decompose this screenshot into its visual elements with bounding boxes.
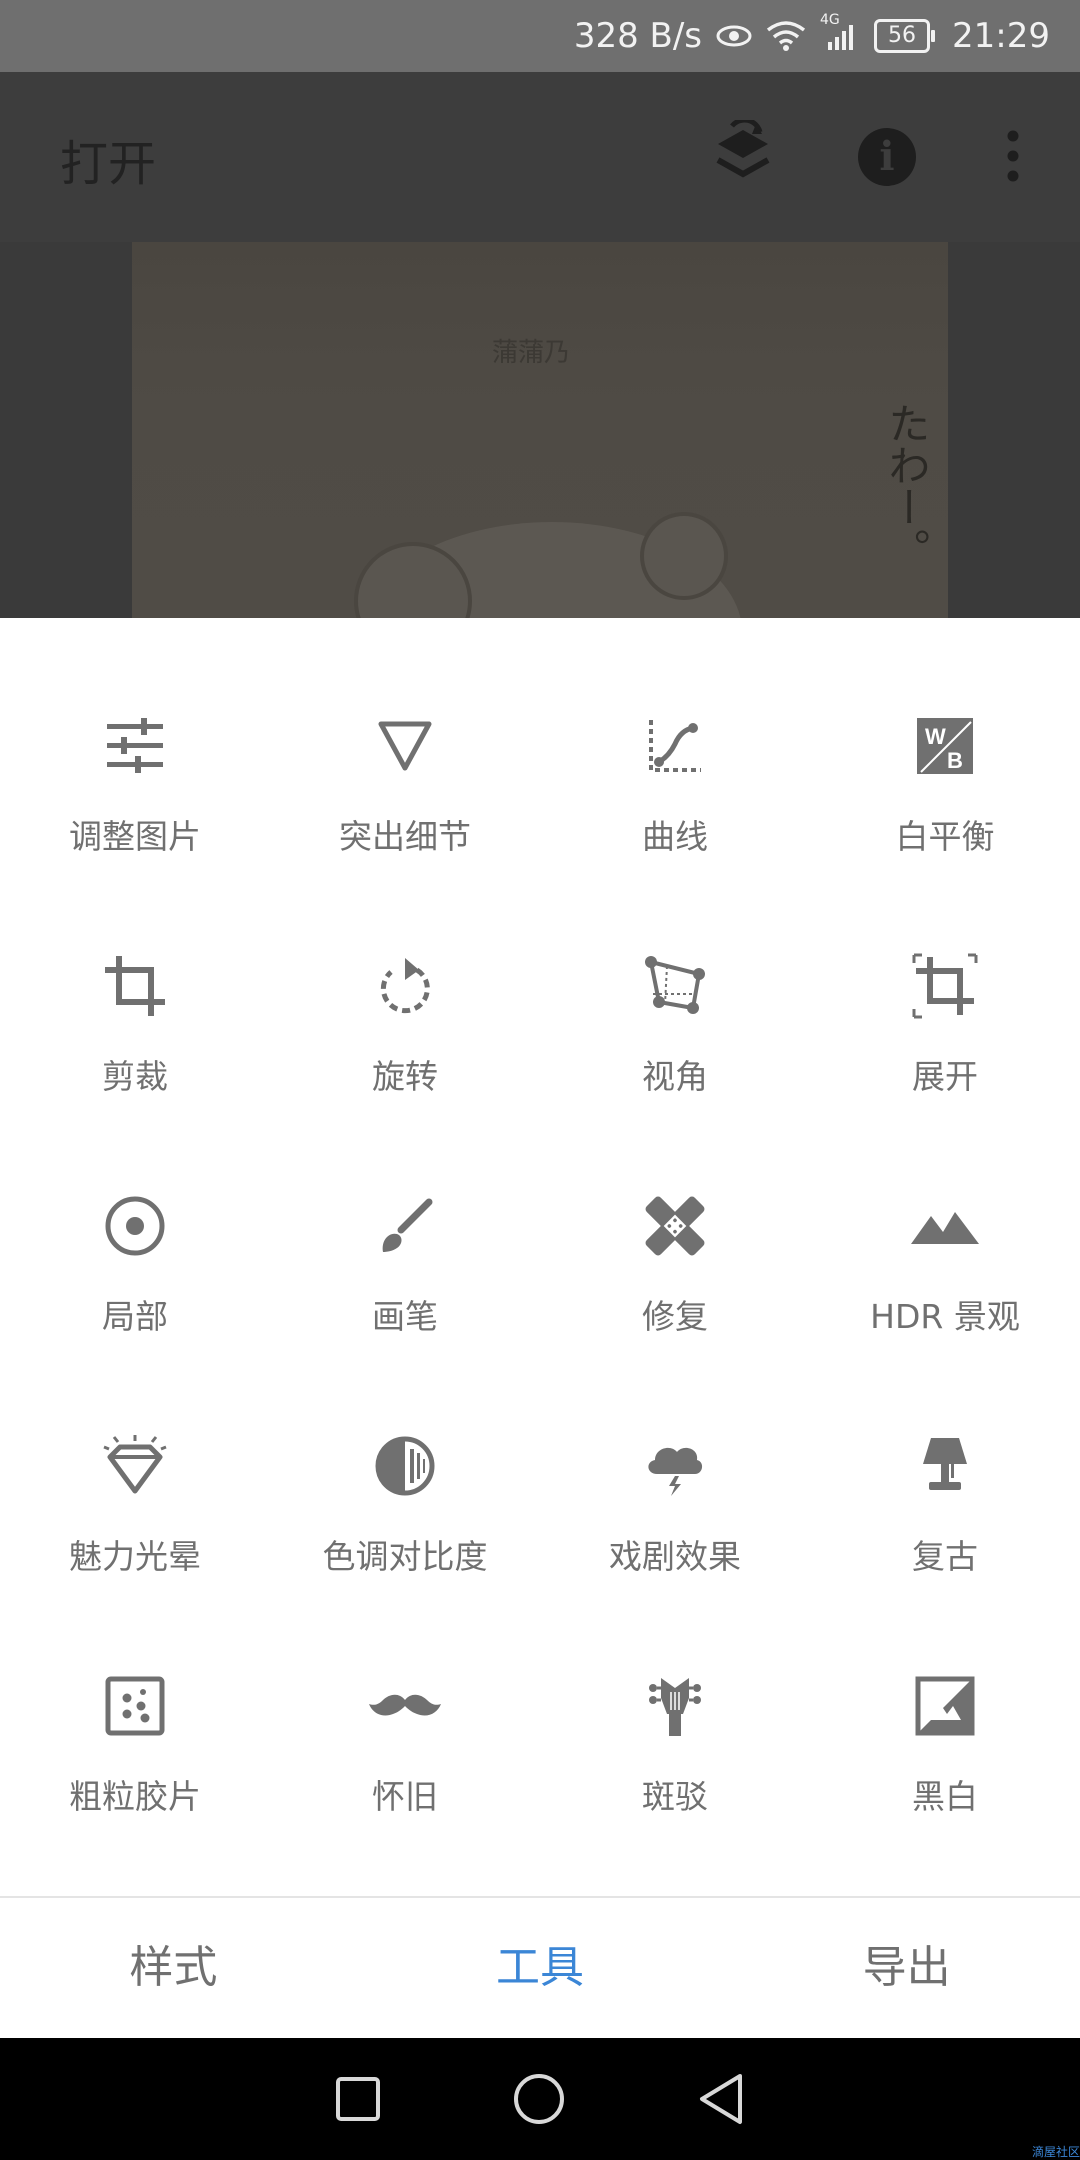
tool-rotate[interactable]: 旋转: [270, 938, 540, 1178]
grainy-film-icon: [99, 1670, 171, 1742]
svg-text:B: B: [947, 748, 963, 773]
perspective-icon: [639, 950, 711, 1022]
wifi-icon: [766, 20, 806, 52]
status-bar: 328 B/s 4G 56 21:29: [0, 0, 1080, 72]
tab-tools[interactable]: 工具: [367, 1898, 714, 2038]
watermark: 滴屋社区: [1031, 2145, 1080, 2159]
tool-label: HDR 景观: [870, 1297, 1020, 1336]
tool-glamour[interactable]: 魅力光晕: [0, 1418, 270, 1658]
cell-signal-icon: 4G: [820, 12, 860, 52]
tool-grainy-film[interactable]: 粗粒胶片: [0, 1658, 270, 1898]
tonal-contrast-icon: [369, 1430, 441, 1502]
tools-sheet: 调整图片 突出细节 曲线 WB 白平衡 剪裁 旋转 视角 展开 局部 画笔 修复…: [0, 618, 1080, 1896]
info-icon[interactable]: i: [858, 128, 916, 186]
tool-vintage[interactable]: 复古: [810, 1418, 1080, 1658]
tool-label: 白平衡: [895, 817, 995, 856]
edited-photo: 蒲蒲乃 たわー。: [132, 242, 948, 618]
open-button[interactable]: 打开: [60, 124, 156, 194]
tool-label: 色调对比度: [322, 1537, 488, 1576]
tool-label: 戏剧效果: [609, 1537, 741, 1576]
grunge-guitar-icon: [639, 1670, 711, 1742]
mouse-ear: [640, 512, 728, 600]
curves-icon: [639, 710, 711, 782]
tool-label: 粗粒胶片: [69, 1777, 201, 1816]
glamour-diamond-icon: [99, 1430, 171, 1502]
tool-label: 黑白: [912, 1777, 978, 1816]
back-icon[interactable]: [696, 2072, 746, 2126]
battery-icon: 56: [874, 19, 936, 53]
tools-grid: 调整图片 突出细节 曲线 WB 白平衡 剪裁 旋转 视角 展开 局部 画笔 修复…: [0, 698, 1080, 1898]
tool-crop[interactable]: 剪裁: [0, 938, 270, 1178]
healing-bandage-icon: [639, 1190, 711, 1262]
drama-cloud-icon: [639, 1430, 711, 1502]
tool-selective[interactable]: 局部: [0, 1178, 270, 1418]
tool-brush[interactable]: 画笔: [270, 1178, 540, 1418]
tool-grunge[interactable]: 斑驳: [540, 1658, 810, 1898]
tool-tonal-contrast[interactable]: 色调对比度: [270, 1418, 540, 1658]
tool-white-balance[interactable]: WB 白平衡: [810, 698, 1080, 938]
tool-drama[interactable]: 戏剧效果: [540, 1418, 810, 1658]
tool-label: 剪裁: [102, 1057, 168, 1096]
tool-label: 展开: [912, 1057, 978, 1096]
tool-tune-image[interactable]: 调整图片: [0, 698, 270, 938]
tool-label: 突出细节: [339, 817, 471, 856]
tab-styles[interactable]: 样式: [0, 1898, 367, 2038]
vintage-lamp-icon: [909, 1430, 981, 1502]
network-type: 4G: [820, 12, 840, 28]
tool-label: 魅力光晕: [69, 1537, 201, 1576]
rotate-icon: [369, 950, 441, 1022]
tool-label: 调整图片: [69, 817, 201, 856]
tool-details[interactable]: 突出细节: [270, 698, 540, 938]
eye-icon: [716, 22, 752, 50]
bottom-tabs: 样式 工具 导出: [0, 1896, 1080, 2038]
svg-text:W: W: [925, 724, 946, 749]
photo-preview[interactable]: 蒲蒲乃 たわー。: [0, 242, 1080, 618]
system-nav-bar: 滴屋社区: [0, 2038, 1080, 2160]
tool-curves[interactable]: 曲线: [540, 698, 810, 938]
brush-icon: [369, 1190, 441, 1262]
tool-label: 斑驳: [642, 1777, 708, 1816]
crop-icon: [99, 950, 171, 1022]
top-app-bar: 打开 i: [0, 72, 1080, 242]
layers-icon[interactable]: [712, 117, 774, 196]
tool-label: 画笔: [372, 1297, 438, 1336]
white-balance-icon: WB: [909, 710, 981, 782]
tool-label: 修复: [642, 1297, 708, 1336]
tool-black-white[interactable]: 黑白: [810, 1658, 1080, 1898]
tool-expand[interactable]: 展开: [810, 938, 1080, 1178]
tool-label: 视角: [642, 1057, 708, 1096]
tool-label: 曲线: [642, 817, 708, 856]
tool-perspective[interactable]: 视角: [540, 938, 810, 1178]
home-icon[interactable]: [512, 2072, 566, 2126]
recents-icon[interactable]: [334, 2075, 382, 2123]
tab-export[interactable]: 导出: [713, 1898, 1080, 2038]
more-options-icon[interactable]: [1005, 130, 1021, 186]
network-speed: 328 B/s: [573, 16, 703, 56]
tool-label: 怀旧: [372, 1777, 438, 1816]
selective-icon: [99, 1190, 171, 1262]
photo-side-text: たわー。: [882, 402, 931, 570]
retrolux-mustache-icon: [369, 1670, 441, 1742]
tool-retrolux[interactable]: 怀旧: [270, 1658, 540, 1898]
tool-label: 局部: [102, 1297, 168, 1336]
tool-label: 旋转: [372, 1057, 438, 1096]
clock: 21:29: [952, 16, 1050, 56]
tool-label: 复古: [912, 1537, 978, 1576]
black-white-icon: [909, 1670, 981, 1742]
tool-hdr[interactable]: HDR 景观: [810, 1178, 1080, 1418]
expand-icon: [909, 950, 981, 1022]
tune-sliders-icon: [99, 710, 171, 782]
details-triangle-icon: [369, 710, 441, 782]
tool-healing[interactable]: 修复: [540, 1178, 810, 1418]
hdr-mountain-icon: [909, 1190, 981, 1262]
photo-caption: 蒲蒲乃: [492, 338, 571, 368]
